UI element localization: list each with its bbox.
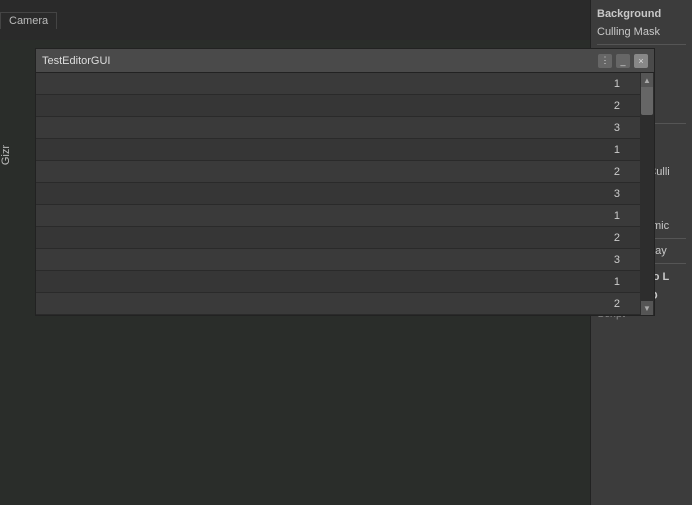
test-list: 12312312312 (36, 73, 640, 315)
scene-top-bar (0, 0, 590, 40)
list-item: 2 (36, 227, 640, 249)
gizmo-label: Gizr (0, 145, 12, 165)
list-item: 1 (36, 73, 640, 95)
list-item: 2 (36, 293, 640, 315)
test-window-minimize-button[interactable]: _ (616, 54, 630, 68)
list-item: 2 (36, 95, 640, 117)
list-item: 1 (36, 205, 640, 227)
test-window-menu-button[interactable]: ⋮ (598, 54, 612, 68)
list-item: 1 (36, 271, 640, 293)
list-item: 3 (36, 183, 640, 205)
right-panel-culling-mask: Culling Mask (597, 24, 686, 40)
menu-icon: ⋮ (601, 55, 610, 66)
close-icon: × (638, 56, 643, 66)
list-item: 3 (36, 249, 640, 271)
separator-1 (597, 44, 686, 45)
test-window-close-button[interactable]: × (634, 54, 648, 68)
list-item: 3 (36, 117, 640, 139)
test-window-title: TestEditorGUI (42, 55, 110, 67)
right-panel-background: Background (597, 6, 686, 22)
gizmo-label-container: Gizr (0, 145, 30, 165)
list-item: 1 (36, 139, 640, 161)
list-item: 2 (36, 161, 640, 183)
scrollbar-down-arrow[interactable]: ▼ (641, 301, 653, 315)
test-editor-window: TestEditorGUI ⋮ _ × 12312312312 ▲ ▼ (35, 48, 655, 316)
test-window-titlebar: TestEditorGUI ⋮ _ × (36, 49, 654, 73)
scrollbar-up-arrow[interactable]: ▲ (641, 73, 653, 87)
test-window-scrollbar[interactable]: ▲ ▼ (640, 73, 654, 315)
minimize-icon: _ (620, 56, 625, 66)
camera-label: Camera (0, 12, 57, 29)
test-window-controls: ⋮ _ × (598, 54, 648, 68)
